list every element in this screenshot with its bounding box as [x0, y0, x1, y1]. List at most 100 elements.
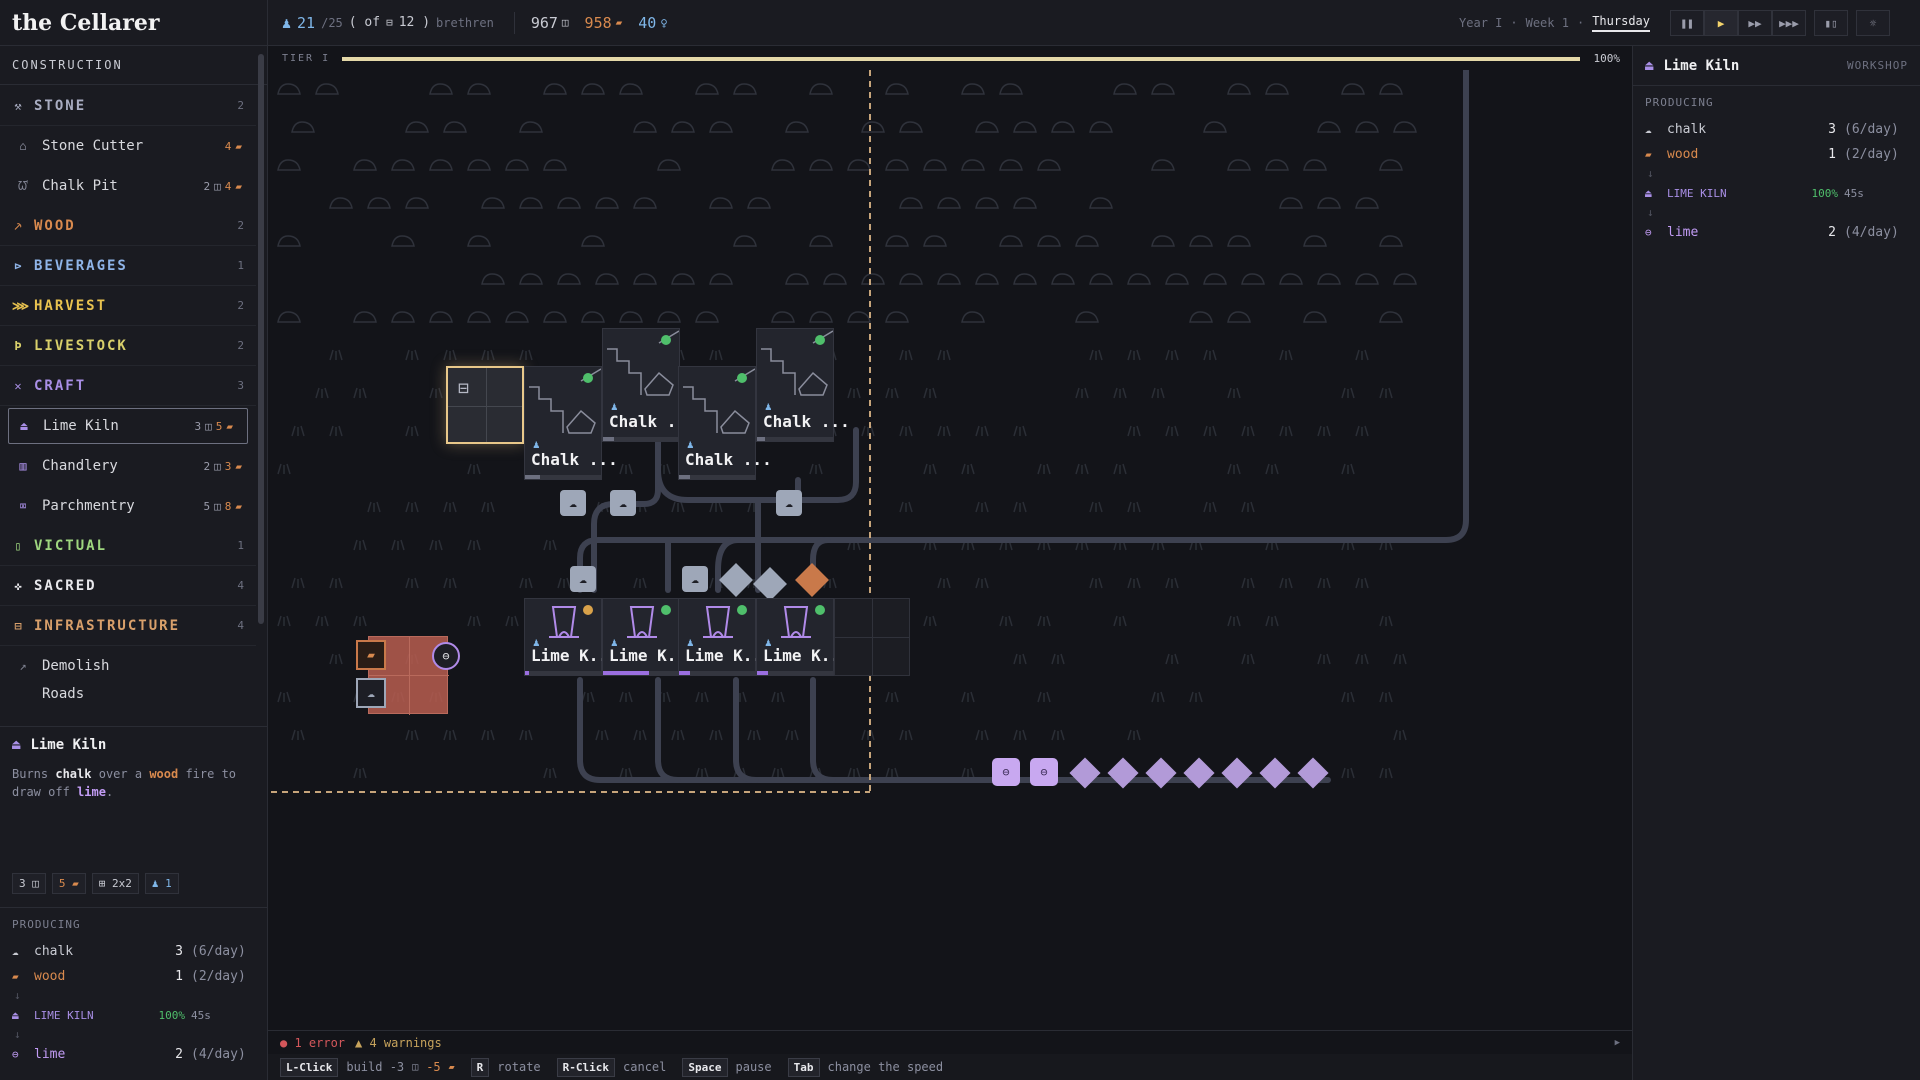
settings-button[interactable]: ☼: [1856, 10, 1890, 36]
population-value: 21: [297, 13, 316, 32]
fastest-button[interactable]: ▶▶▶: [1772, 10, 1806, 36]
build-item-roads[interactable]: Roads: [0, 686, 256, 700]
resource-qty: 3: [1828, 122, 1836, 137]
down-arrow-icon: ↓: [1647, 167, 1654, 180]
build-item-label: Roads: [42, 686, 85, 700]
category-stone[interactable]: ⚒ STONE 2: [0, 86, 256, 126]
game-map[interactable]: ⊟ ♟ Chalk ... ♟ Chalk ... ♟ Chalk ... ♟ …: [268, 70, 1632, 1030]
calendar: Year I · Week 1 · Thursday: [1459, 0, 1650, 46]
build-cost: 4 ▰: [225, 140, 242, 153]
resource-name: lime: [1667, 225, 1699, 240]
calendar-week[interactable]: Week 1: [1526, 16, 1569, 30]
lime-kiln-building[interactable]: ♟ Lime K...: [756, 598, 850, 676]
lime-token-icon: ⊖: [992, 758, 1020, 786]
kiln-icon: ⏏: [12, 737, 21, 753]
lime-kiln-building[interactable]: ♟ Lime K...: [602, 598, 696, 676]
divider: [513, 11, 515, 34]
wood-cost: 5: [215, 419, 223, 433]
down-arrow-icon: ↓: [14, 989, 21, 1002]
lime-kiln-building[interactable]: ♟ Lime K...: [678, 598, 772, 676]
placement-ghost[interactable]: ⊟: [446, 366, 524, 444]
chalk-pit-building[interactable]: ♟ Chalk ...: [524, 366, 618, 480]
chalk-pit-building[interactable]: ♟ Chalk ...: [678, 366, 772, 480]
category-craft[interactable]: ✕ CRAFT 3: [0, 366, 256, 406]
wood-cost: 3: [224, 459, 232, 473]
kiln-icon: ⏏: [1645, 57, 1654, 74]
resource-name: lime: [34, 1047, 66, 1062]
category-beverages[interactable]: ⊳ BEVERAGES 1: [0, 246, 256, 286]
panel-toggle-button[interactable]: ▮▯: [1814, 10, 1848, 36]
sheaf-icon: ⋙: [12, 298, 32, 313]
wood-cost: 4: [224, 179, 232, 193]
warning-count[interactable]: ▲ 4 warnings: [355, 1036, 442, 1050]
calendar-day[interactable]: Thursday: [1592, 14, 1650, 32]
build-item-label: Lime Kiln: [43, 418, 119, 434]
category-victual[interactable]: ▯ VICTUAL 1: [0, 526, 256, 566]
empty-plot[interactable]: [834, 598, 910, 676]
expand-icon[interactable]: ▶: [1615, 1038, 1620, 1048]
category-count: 4: [237, 579, 244, 592]
category-label: WOOD: [34, 217, 76, 234]
inspector-header: ⏏ Lime Kiln WORKSHOP: [1633, 46, 1920, 86]
wood-icon: ▰: [72, 877, 79, 890]
building-label: Chalk ...: [685, 450, 772, 469]
category-count: 2: [237, 339, 244, 352]
kiln-icon: ⏏: [12, 1009, 19, 1022]
resource-rate: (4/day): [1844, 225, 1899, 240]
faith-counter: 40 ♀: [638, 14, 667, 32]
detail-title-row: ⏏ Lime Kiln: [12, 737, 255, 753]
category-infrastructure[interactable]: ⊟ INFRASTRUCTURE 4: [0, 606, 256, 646]
chalk-pit-building[interactable]: ♟ Chalk ...: [602, 328, 696, 442]
resource-qty: 3: [175, 944, 183, 959]
demolish-tool[interactable]: ↗ Demolish: [0, 646, 256, 686]
wood-icon: ▰: [235, 139, 242, 153]
build-item-chalk-pit[interactable]: ᘺ Chalk Pit 2 ◫ 4 ▰: [0, 166, 256, 206]
pause-button[interactable]: ❚❚: [1670, 10, 1704, 36]
category-harvest[interactable]: ⋙ HARVEST 2: [0, 286, 256, 326]
play-button[interactable]: ▶: [1704, 10, 1738, 36]
category-count: 2: [237, 219, 244, 232]
inspector-title: Lime Kiln: [1663, 57, 1740, 74]
category-livestock[interactable]: Ϸ LIVESTOCK 2: [0, 326, 256, 366]
cross-icon: ✜: [14, 578, 24, 593]
build-item-stone-cutter[interactable]: ⌂ Stone Cutter 4 ▰: [0, 126, 256, 166]
calendar-year[interactable]: Year I: [1459, 16, 1502, 30]
chalk-pit-building[interactable]: ♟ Chalk ...: [756, 328, 850, 442]
selected-building-detail: ⏏ Lime Kiln Burns chalk over a wood fire…: [0, 726, 267, 1080]
wood-icon: ▰: [615, 16, 623, 29]
lime-kiln-building[interactable]: ♟ Lime K...: [524, 598, 618, 676]
crook-icon: Ϸ: [14, 338, 24, 353]
key-lclick: L-Click: [280, 1057, 339, 1077]
build-item-parchmentry[interactable]: ⌧ Parchmentry 5 ◫ 8 ▰: [0, 486, 256, 526]
chalice-icon: ♀: [660, 15, 668, 30]
wood-counter: 958 ▰: [585, 14, 623, 32]
category-label: SACRED: [34, 577, 97, 594]
chalk-input-icon: ☁: [356, 678, 386, 708]
build-cost: 2 ◫ 3 ▰: [204, 460, 243, 473]
input-row-wood: ▰ wood 1 (2/day): [1645, 142, 1908, 167]
wood-icon: ▰: [226, 419, 233, 433]
building-progress: [525, 475, 601, 479]
resource-rate: (2/day): [1844, 147, 1899, 162]
fast-forward-button[interactable]: ▶▶: [1738, 10, 1772, 36]
chip-value: 2x2: [112, 877, 132, 890]
category-sacred[interactable]: ✜ SACRED 4: [0, 566, 256, 606]
problem-status-bar[interactable]: ● 1 error ▲ 4 warnings ▶: [268, 1030, 1632, 1054]
producing-panel: PRODUCING ☁ chalk 3 (6/day) ▰ wood 1 (2/…: [0, 907, 267, 1077]
ghost-grid: [369, 675, 449, 676]
divider: ·: [1576, 16, 1585, 30]
build-cost: 3 ◫ 5 ▰: [195, 420, 234, 433]
build-item-lime-kiln[interactable]: ⏏ Lime Kiln 3 ◫ 5 ▰: [8, 408, 248, 444]
sidebar-scrollbar-thumb[interactable]: [258, 54, 264, 624]
building-progress: [603, 437, 679, 441]
app-logo: the Cellarer: [0, 0, 267, 46]
bottle-icon: ▯: [14, 538, 24, 553]
detail-chips: 3 ◫ 5 ▰ ⊞ 2x2 ♟ 1: [12, 873, 179, 894]
category-count: 1: [237, 259, 244, 272]
build-item-chandlery[interactable]: ▥ Chandlery 2 ◫ 3 ▰: [0, 446, 256, 486]
error-count[interactable]: ● 1 error: [280, 1036, 345, 1050]
status-ok-icon: [661, 335, 671, 345]
category-wood[interactable]: ⸕ WOOD 2: [0, 206, 256, 246]
stone-icon: ◫: [205, 419, 212, 433]
wood-icon: ▰: [235, 179, 242, 193]
